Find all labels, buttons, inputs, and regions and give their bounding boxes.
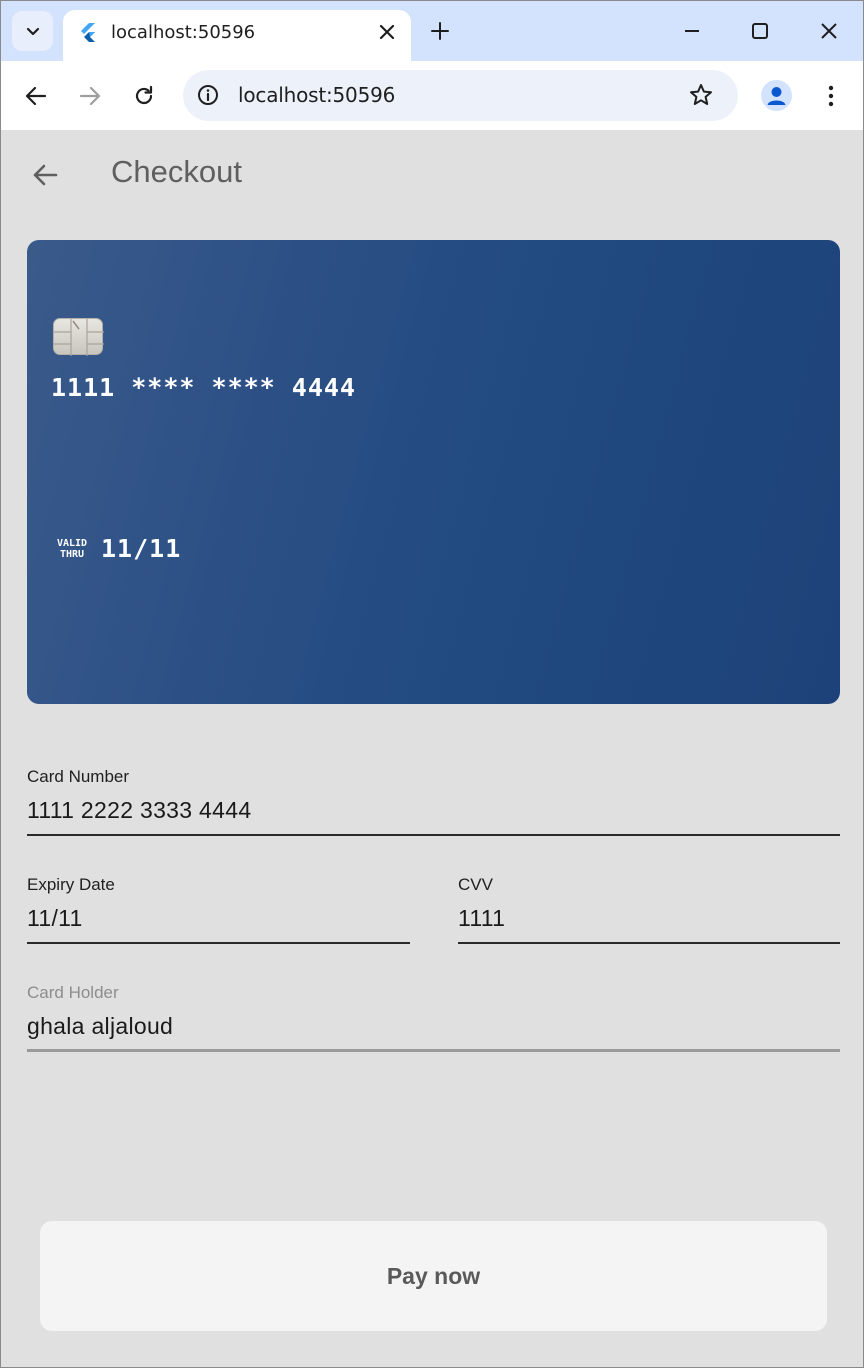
browser-tab[interactable]: localhost:50596 <box>63 10 411 62</box>
card-number-label: Card Number <box>27 767 130 786</box>
info-icon[interactable] <box>197 84 219 106</box>
plus-icon[interactable] <box>429 20 451 42</box>
cvv-field[interactable]: CVV 1111 <box>458 875 840 944</box>
back-arrow-icon[interactable] <box>30 160 60 190</box>
expiry-date-field[interactable]: Expiry Date 11/11 <box>27 875 410 944</box>
card-holder-label: Card Holder <box>27 983 119 1002</box>
browser-window: localhost:50596 localhost:50596 Checkout… <box>0 0 864 1368</box>
tab-search-button[interactable] <box>12 11 53 51</box>
credit-card-preview: 1111 **** **** 4444 VALID THRU 11/11 <box>27 240 840 704</box>
card-expiry-preview: 11/11 <box>101 534 182 563</box>
browser-toolbar: localhost:50596 <box>1 61 863 130</box>
tab-strip: localhost:50596 <box>1 1 863 62</box>
close-icon[interactable] <box>377 22 397 42</box>
reload-icon[interactable] <box>131 83 157 109</box>
forward-arrow-icon[interactable] <box>77 83 103 109</box>
valid-thru-label: VALID THRU <box>56 538 88 560</box>
card-holder-field[interactable]: Card Holder ghala aljaloud <box>27 983 840 1052</box>
field-underline <box>458 942 840 944</box>
checkout-page: Checkout 1111 **** **** 4444 VALID THRU … <box>1 130 863 1367</box>
flutter-icon <box>81 23 95 42</box>
maximize-icon[interactable] <box>748 19 772 43</box>
star-icon[interactable] <box>688 82 714 108</box>
card-number-preview: 1111 **** **** 4444 <box>51 373 356 402</box>
more-vert-icon[interactable] <box>818 83 844 109</box>
profile-avatar[interactable] <box>761 80 792 111</box>
address-bar[interactable]: localhost:50596 <box>183 70 738 121</box>
person-icon <box>767 87 786 105</box>
card-holder-input[interactable]: ghala aljaloud <box>27 1013 173 1040</box>
card-number-field[interactable]: Card Number 1111 2222 3333 4444 <box>27 767 840 836</box>
cvv-label: CVV <box>458 875 493 894</box>
page-title: Checkout <box>111 154 242 189</box>
back-arrow-icon[interactable] <box>23 83 49 109</box>
card-chip-icon <box>53 318 104 356</box>
field-underline <box>27 942 410 944</box>
window-close-icon[interactable] <box>817 19 841 43</box>
card-number-input[interactable]: 1111 2222 3333 4444 <box>27 797 251 824</box>
pay-now-button[interactable]: Pay now <box>40 1221 827 1331</box>
expiry-date-input[interactable]: 11/11 <box>27 905 83 932</box>
field-underline <box>27 1049 840 1052</box>
minimize-icon[interactable] <box>680 19 704 43</box>
cvv-input[interactable]: 1111 <box>458 905 505 932</box>
expiry-date-label: Expiry Date <box>27 875 115 894</box>
chevron-down-icon <box>26 27 39 36</box>
tab-title: localhost:50596 <box>111 22 256 43</box>
field-underline <box>27 834 840 836</box>
url-text[interactable]: localhost:50596 <box>238 83 395 107</box>
